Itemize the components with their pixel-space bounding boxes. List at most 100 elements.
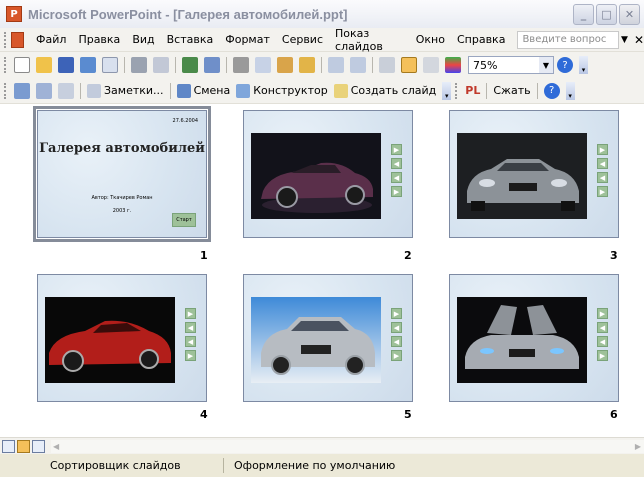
first-slide-icon: ▶ [185,308,196,319]
prev-slide-icon: ◀ [597,322,608,333]
slide-nav-buttons: ▶ ◀ ◀ ▶ [597,308,608,361]
toolbar-options-icon[interactable]: ▾ [565,81,575,100]
maximize-button[interactable]: □ [596,4,617,25]
prev-slide-icon: ◀ [391,322,402,333]
first-slide-icon: ▶ [597,144,608,155]
menu-tools[interactable]: Сервис [276,33,329,46]
compress-label: Сжать [493,84,531,97]
transition-icon [176,83,191,98]
close-document-icon[interactable]: ✕ [634,33,644,47]
zoom-value: 75% [473,58,498,72]
menu-help[interactable]: Справка [451,33,511,46]
slide-thumbnail[interactable]: ▶ ◀ ◀ ▶ [243,110,413,238]
grey-sedan-photo [457,133,587,219]
slide-thumbnail[interactable]: ▶ ◀ ◀ ▶ [37,274,207,402]
color-palette-icon[interactable] [445,57,461,73]
notes-icon [87,83,101,98]
undo-icon[interactable] [328,57,344,73]
hide-slide-icon[interactable] [14,82,30,99]
open-folder-icon[interactable] [36,57,52,73]
transition-button[interactable]: Смена [174,83,234,98]
show-grid-icon[interactable] [423,57,439,73]
slide-sorter-area: 27.6.2004 Галерея автомобилей Автор: Тка… [0,104,644,437]
new-file-icon[interactable] [14,57,30,73]
status-design: Оформление по умолчанию [234,459,396,472]
slide-thumbnail[interactable]: 27.6.2004 Галерея автомобилей Автор: Тка… [33,106,211,242]
document-icon[interactable] [10,31,25,48]
menu-window[interactable]: Окно [410,33,451,46]
help-icon[interactable]: ? [543,82,560,99]
title-bar: P Microsoft PowerPoint - [Галерея автомо… [0,0,644,28]
menu-file[interactable]: Файл [30,33,72,46]
format-painter-icon[interactable] [299,57,315,73]
toolbar-grip[interactable] [4,82,7,99]
scroll-left-icon[interactable]: ◀ [51,442,59,451]
slideshow-view-icon[interactable] [32,439,45,453]
slide-thumbnail[interactable]: ▶ ◀ ◀ ▶ [243,274,413,402]
prev-slide-icon: ◀ [185,322,196,333]
print-icon[interactable] [131,57,147,73]
powerpoint-app-icon[interactable]: P [6,6,22,22]
view-bar: ◀ ▶ [0,437,644,454]
research-icon[interactable] [204,57,220,73]
cut-icon[interactable] [233,57,249,73]
first-slide-icon: ▶ [597,308,608,319]
paste-icon[interactable] [277,57,293,73]
help-icon[interactable]: ? [557,57,573,73]
compress-button[interactable]: Сжать [490,84,533,97]
zoom-dropdown-icon[interactable]: ▼ [539,57,553,73]
insert-table-icon[interactable] [379,57,395,73]
rehearse-timings-icon[interactable] [36,82,52,99]
minimize-button[interactable]: _ [573,4,594,25]
slide-thumbnail[interactable]: ▶ ◀ ◀ ▶ [449,110,619,238]
menu-view[interactable]: Вид [126,33,160,46]
spelling-icon[interactable] [182,57,198,73]
slide-sorter-toolbar: Заметки... Смена Конструктор Создать сла… [0,78,644,104]
redo-icon[interactable] [350,57,366,73]
pl-label: PL [465,84,481,97]
slide-thumbnail[interactable]: ▶ ◀ ◀ ▶ [449,274,619,402]
horizontal-scrollbar[interactable]: ◀ ▶ [51,439,644,453]
next-slide-icon: ◀ [185,336,196,347]
menu-format[interactable]: Формат [219,33,276,46]
email-icon[interactable] [102,57,118,73]
summary-slide-icon[interactable] [58,82,74,99]
permission-icon[interactable] [80,57,96,73]
first-slide-icon: ▶ [391,308,402,319]
last-slide-icon: ▶ [597,350,608,361]
help-search-input[interactable]: Введите вопрос [517,30,620,49]
status-bar: Сортировщик слайдов Оформление по умолча… [0,454,644,477]
start-button: Старт [172,213,196,227]
print-preview-icon[interactable] [153,57,169,73]
slide-nav-buttons: ▶ ◀ ◀ ▶ [597,144,608,197]
last-slide-icon: ▶ [185,350,196,361]
designer-button[interactable]: Конструктор [233,83,330,98]
toolbar-options-icon[interactable]: ▾ [579,56,588,74]
silver-suv-photo [251,297,381,383]
slide-nav-buttons: ▶ ◀ ◀ ▶ [391,308,402,361]
red-sports-car-photo [45,297,175,383]
zoom-select[interactable]: 75% ▼ [468,56,554,74]
scroll-right-icon[interactable]: ▶ [635,442,644,451]
slide-sorter-view-icon[interactable] [17,439,30,453]
prev-slide-icon: ◀ [597,158,608,169]
menu-grip[interactable] [4,31,7,48]
toolbar-options-icon[interactable]: ▾ [442,81,452,100]
pl-button[interactable]: PL [462,84,483,97]
menu-slideshow[interactable]: Показ слайдов [329,27,410,53]
help-dropdown-icon[interactable]: ▼ [621,35,628,45]
new-slide-button[interactable]: Создать слайд [331,83,440,98]
save-icon[interactable] [58,57,74,73]
normal-view-icon[interactable] [2,439,15,453]
toolbar-grip[interactable] [4,57,7,73]
silver-concept-car-photo [457,297,587,383]
close-button[interactable]: ✕ [619,4,640,25]
slide-title: Галерея автомобилей [39,141,205,156]
toolbar-grip[interactable] [455,82,458,99]
menu-edit[interactable]: Правка [72,33,126,46]
menu-insert[interactable]: Вставка [161,33,220,46]
notes-button[interactable]: Заметки... [84,83,167,98]
slide-number: 1 [200,249,208,262]
color-grayscale-icon[interactable] [401,57,417,73]
copy-icon[interactable] [255,57,271,73]
